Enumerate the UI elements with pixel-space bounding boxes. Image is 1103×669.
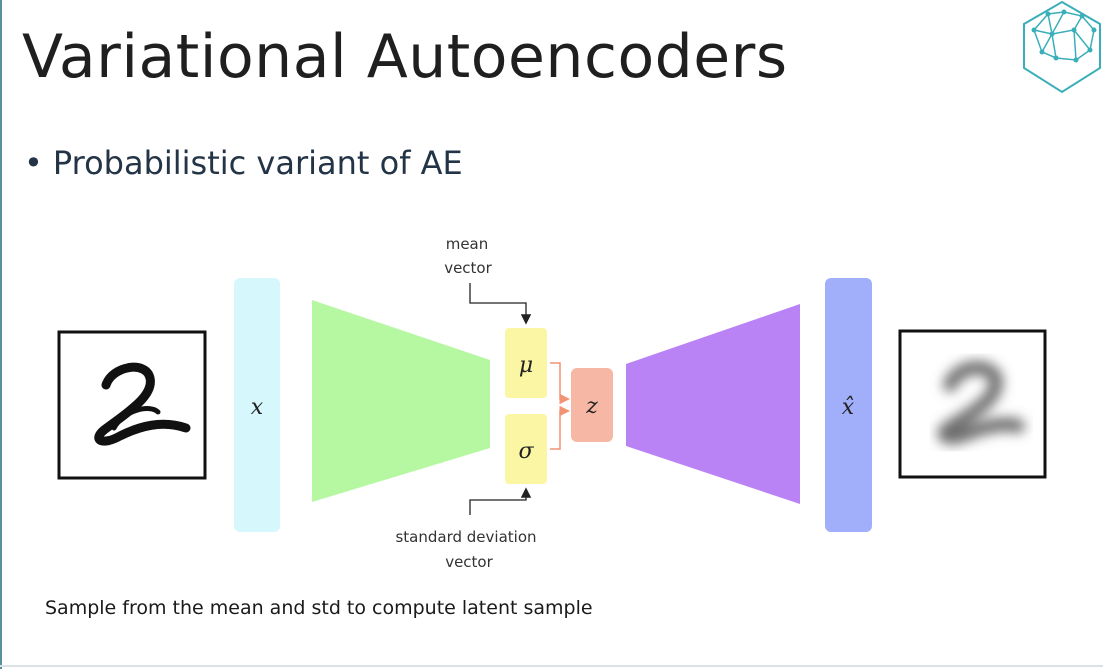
std-label-line2: vector bbox=[445, 553, 493, 571]
mean-label-line1: mean bbox=[446, 235, 489, 253]
slide: Variational Autoencoders • Probabilistic … bbox=[0, 0, 1103, 669]
std-pointer-arrow bbox=[469, 487, 532, 515]
input-symbol: x bbox=[251, 395, 264, 420]
mean-label-line2: vector bbox=[444, 259, 492, 277]
decoder-trapezoid bbox=[626, 304, 800, 504]
output-image bbox=[898, 329, 1047, 479]
mean-pointer-arrow bbox=[469, 283, 532, 325]
sigma-symbol: σ bbox=[518, 439, 534, 464]
encoder-trapezoid bbox=[312, 300, 490, 502]
vae-diagram: x μ σ z x̂ mean vector standard deviatio… bbox=[57, 235, 1047, 571]
std-label-line1: standard deviation bbox=[395, 528, 536, 546]
sampling-arrows bbox=[550, 362, 570, 450]
input-image bbox=[57, 330, 207, 480]
mu-symbol: μ bbox=[519, 353, 533, 378]
slide-caption: Sample from the mean and std to compute … bbox=[45, 597, 593, 619]
latent-symbol: z bbox=[585, 394, 598, 419]
output-symbol: x̂ bbox=[842, 395, 855, 420]
